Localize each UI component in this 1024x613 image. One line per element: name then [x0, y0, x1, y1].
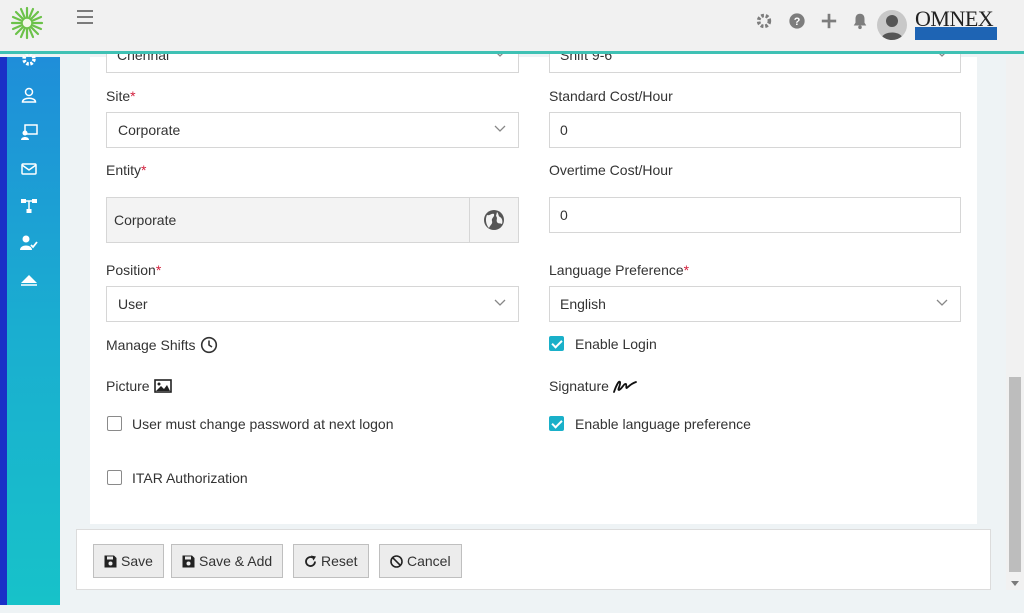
enable-login-checkbox[interactable]: [549, 336, 564, 351]
enable-language-label: Enable language preference: [575, 416, 751, 432]
monitor-user-icon[interactable]: [20, 123, 38, 141]
manage-shifts-label: Manage Shifts: [106, 337, 196, 353]
help-icon[interactable]: ?: [788, 12, 806, 30]
user-form-card: Chennai Shift 9-6 Site* Corporate Standa…: [90, 37, 977, 524]
language-select[interactable]: English: [549, 286, 961, 322]
save-add-label: Save & Add: [199, 553, 273, 569]
language-label-text: Language Preference: [549, 262, 684, 278]
signature-label: Signature: [549, 378, 609, 394]
language-label: Language Preference*: [549, 262, 689, 278]
manage-shifts-link[interactable]: Manage Shifts: [106, 336, 218, 354]
reset-button[interactable]: Reset: [293, 544, 369, 578]
required-mark: *: [683, 262, 690, 278]
itar-checkbox[interactable]: [107, 470, 122, 485]
required-mark: *: [141, 162, 147, 178]
save-button[interactable]: Save: [93, 544, 164, 578]
mail-icon[interactable]: [20, 160, 38, 178]
required-mark: *: [155, 262, 162, 278]
user-check-icon[interactable]: [20, 234, 38, 252]
itar-label: ITAR Authorization: [132, 470, 248, 486]
save-label: Save: [121, 553, 153, 569]
language-value: English: [560, 296, 606, 312]
entity-field[interactable]: Corporate: [106, 197, 470, 243]
plus-icon[interactable]: [820, 12, 838, 30]
position-label-text: Position: [106, 262, 156, 278]
user-icon[interactable]: [20, 86, 38, 104]
overtime-cost-input[interactable]: 0: [549, 197, 961, 233]
chevron-down-icon: [936, 299, 948, 306]
signature-icon[interactable]: [613, 378, 637, 394]
picture-link[interactable]: Picture: [106, 378, 172, 394]
hierarchy-icon[interactable]: [20, 197, 38, 215]
site-label-text: Site: [106, 88, 131, 104]
cancel-label: Cancel: [407, 553, 451, 569]
site-value: Corporate: [118, 122, 181, 138]
entity-picker-button[interactable]: [469, 197, 519, 243]
menu-toggle-icon[interactable]: [77, 10, 93, 26]
entity-label: Entity*: [106, 162, 146, 178]
chevron-down-icon: [494, 299, 506, 306]
overtime-cost-value: 0: [560, 207, 568, 223]
position-value: User: [118, 296, 148, 312]
gear-icon[interactable]: [755, 12, 773, 30]
avatar[interactable]: [877, 10, 907, 40]
required-mark: *: [130, 88, 136, 104]
bell-icon[interactable]: [851, 12, 869, 30]
brand-logo: OMNEX: [915, 6, 997, 40]
vertical-scrollbar[interactable]: [1006, 57, 1024, 590]
cancel-button[interactable]: Cancel: [379, 544, 462, 578]
save-add-button[interactable]: Save & Add: [171, 544, 284, 578]
scrollbar-thumb[interactable]: [1009, 377, 1021, 572]
scroll-down-arrow-icon[interactable]: [1011, 581, 1019, 586]
site-label: Site*: [106, 88, 136, 104]
picture-label: Picture: [106, 378, 150, 394]
redo-icon: [305, 555, 316, 567]
enable-language-checkbox[interactable]: [549, 416, 564, 431]
entity-value: Corporate: [114, 212, 177, 228]
image-icon[interactable]: [153, 379, 172, 393]
ban-icon: [390, 554, 403, 568]
floppy-icon: [182, 555, 195, 567]
clock-icon[interactable]: [200, 336, 218, 354]
globe-icon: [484, 210, 504, 230]
standard-cost-label: Standard Cost/Hour: [549, 88, 673, 104]
floppy-icon: [104, 555, 117, 567]
svg-text:?: ?: [794, 16, 801, 28]
overtime-cost-label: Overtime Cost/Hour: [549, 162, 673, 178]
sidebar-edge: [0, 57, 7, 605]
position-label: Position*: [106, 262, 161, 278]
standard-cost-value: 0: [560, 122, 568, 138]
reset-label: Reset: [321, 553, 358, 569]
change-password-checkbox[interactable]: [107, 416, 122, 431]
change-password-label: User must change password at next logon: [132, 416, 394, 432]
site-select[interactable]: Corporate: [106, 112, 519, 148]
enable-login-label: Enable Login: [575, 336, 657, 352]
position-select[interactable]: User: [106, 286, 519, 322]
stack-icon[interactable]: [20, 271, 38, 289]
form-footer: Save Save & Add Reset Cancel: [76, 529, 991, 590]
standard-cost-input[interactable]: 0: [549, 112, 961, 148]
logo-icon[interactable]: [10, 6, 44, 40]
brand-bar: [915, 27, 997, 40]
top-header: ? OMNEX: [0, 0, 1024, 54]
signature-link[interactable]: Signature: [549, 378, 637, 394]
entity-label-text: Entity: [106, 162, 142, 178]
chevron-down-icon: [494, 125, 506, 132]
